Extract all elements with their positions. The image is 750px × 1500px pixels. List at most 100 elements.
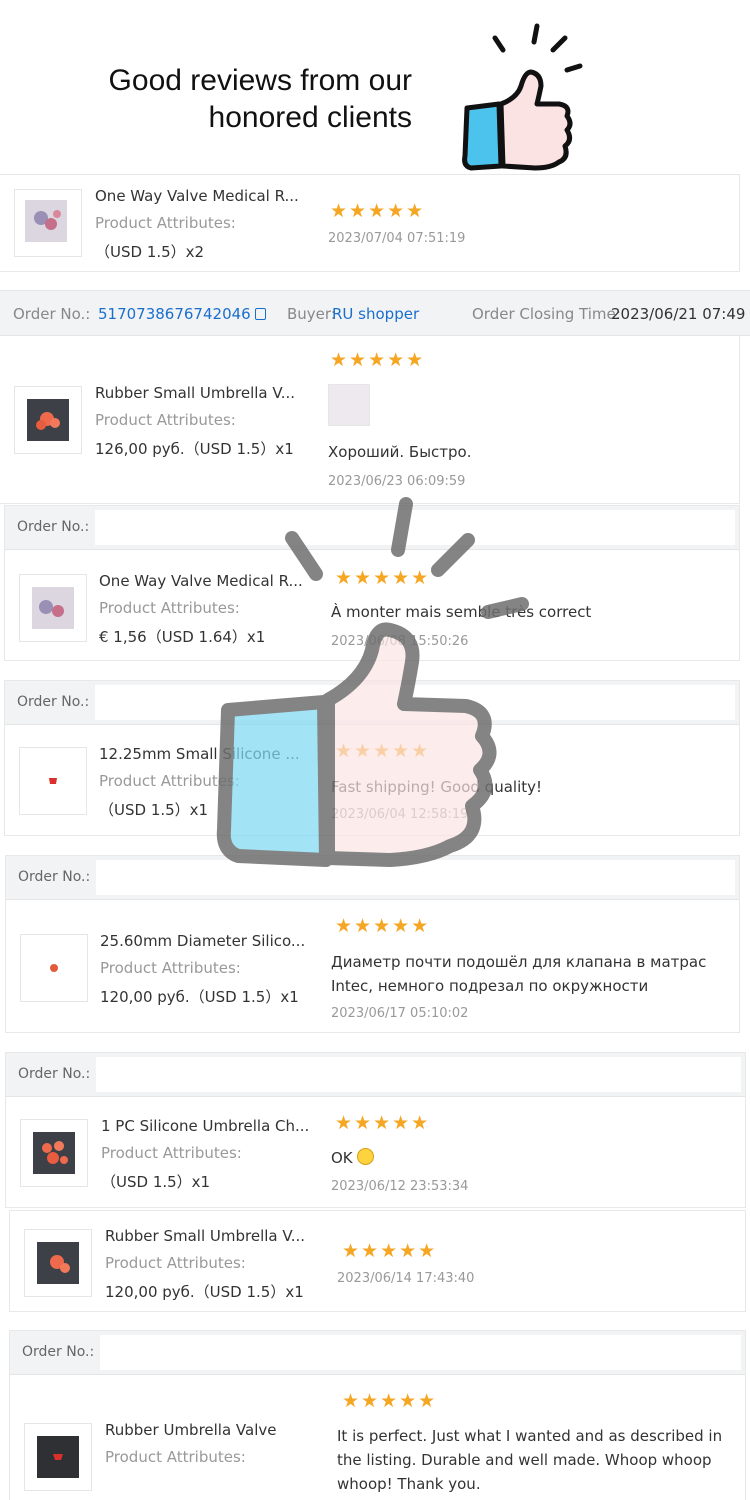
- product-price: 120,00 руб.（USD 1.5）x1: [100, 988, 299, 1006]
- review-text: OK: [331, 1146, 375, 1170]
- header-title: Good reviews from our honored clients: [109, 62, 412, 136]
- product-name[interactable]: 1 PC Silicone Umbrella Ch...: [101, 1117, 309, 1135]
- review-card: Order No.: One Way Valve Medical R... Pr…: [4, 505, 740, 661]
- review-text-content: OK: [331, 1149, 353, 1167]
- rating-stars: ★★★★★: [330, 200, 426, 222]
- rating-stars: ★★★★★: [342, 1390, 438, 1412]
- order-bar: Order No.:: [6, 856, 739, 900]
- rating-stars: ★★★★★: [335, 740, 431, 762]
- product-name[interactable]: One Way Valve Medical R...: [99, 572, 303, 590]
- product-name[interactable]: Rubber Umbrella Valve: [105, 1421, 277, 1439]
- product-image: [33, 947, 75, 989]
- review-text: À monter mais semble très correct: [331, 603, 592, 621]
- product-name[interactable]: Rubber Small Umbrella V...: [105, 1227, 305, 1245]
- order-number-field: [96, 860, 735, 895]
- order-bar: Order No.:: [5, 506, 739, 550]
- product-price: （USD 1.5）x2: [95, 243, 205, 261]
- product-name[interactable]: 12.25mm Small Silicone ...: [99, 745, 300, 763]
- product-name[interactable]: 25.60mm Diameter Silico...: [100, 932, 305, 950]
- product-price: （USD 1.5）x1: [101, 1173, 211, 1191]
- rating-stars: ★★★★★: [335, 915, 431, 937]
- product-image: [27, 399, 69, 441]
- review-text: Fast shipping! Good quality!: [331, 778, 543, 796]
- review-card: Order No.: 12.25mm Small Silicone ... Pr…: [4, 680, 740, 836]
- product-image: [32, 760, 74, 802]
- product-attributes-label: Product Attributes:: [95, 214, 236, 232]
- closing-time-value: 2023/06/21 07:49: [611, 305, 746, 323]
- order-no-label: Order No.:: [18, 869, 91, 885]
- thumbs-up-icon: [462, 23, 583, 171]
- product-attributes-label: Product Attributes:: [101, 1144, 242, 1162]
- product-image: [37, 1242, 79, 1284]
- rating-stars: ★★★★★: [342, 1240, 438, 1262]
- order-no-label: Order No.:: [17, 519, 90, 535]
- buyer-name-link[interactable]: RU shopper: [332, 305, 419, 323]
- product-attributes-label: Product Attributes:: [105, 1254, 246, 1272]
- product-attributes-label: Product Attributes:: [99, 772, 240, 790]
- product-name[interactable]: One Way Valve Medical R...: [95, 187, 299, 205]
- order-number-field: [96, 1057, 741, 1092]
- product-image: [37, 1436, 79, 1478]
- product-image: [25, 200, 67, 242]
- rating-stars: ★★★★★: [330, 349, 426, 371]
- order-no-label: Order No.:: [18, 1066, 91, 1082]
- product-name[interactable]: Rubber Small Umbrella V...: [95, 384, 295, 402]
- order-number-field: [95, 685, 735, 720]
- product-thumbnail[interactable]: [20, 934, 88, 1002]
- review-photo[interactable]: [328, 384, 370, 426]
- header-title-line2: honored clients: [208, 101, 412, 134]
- product-thumbnail[interactable]: [14, 386, 82, 454]
- review-card: Order No.: Rubber Umbrella Valve Product…: [9, 1330, 746, 1500]
- order-info-bar: Order No.: 5170738676742046 Buyer: RU sh…: [0, 290, 750, 336]
- review-card: Order No.: 1 PC Silicone Umbrella Ch... …: [5, 1052, 746, 1208]
- review-date: 2023/06/12 23:53:34: [331, 1179, 469, 1194]
- review-text: Хороший. Быстро.: [328, 443, 472, 461]
- order-bar: Order No.:: [10, 1331, 745, 1375]
- smiley-emoji-icon: [357, 1148, 375, 1165]
- order-number-field: [95, 510, 735, 545]
- product-attributes-label: Product Attributes:: [100, 959, 241, 977]
- review-date: 2023/06/23 06:09:59: [328, 474, 466, 489]
- order-number-link[interactable]: 5170738676742046: [98, 305, 266, 323]
- buyer-label: Buyer:: [287, 305, 336, 323]
- product-thumbnail[interactable]: [20, 1119, 88, 1187]
- review-date: 2023/07/04 07:51:19: [328, 231, 466, 246]
- copy-icon[interactable]: [254, 308, 266, 320]
- review-date: 2023/06/04 12:58:19: [331, 807, 469, 822]
- product-price: （USD 1.5）x1: [99, 801, 209, 819]
- review-card: Rubber Small Umbrella V... Product Attri…: [9, 1210, 746, 1312]
- product-price: 120,00 руб.（USD 1.5）x1: [105, 1283, 304, 1301]
- review-date: 2023/06/14 17:43:40: [337, 1271, 475, 1286]
- product-price: € 1,56（USD 1.64）x1: [99, 628, 266, 646]
- product-thumbnail[interactable]: [24, 1229, 92, 1297]
- review-date: 2023/06/17 05:10:02: [331, 1006, 469, 1021]
- product-thumbnail[interactable]: [19, 574, 87, 642]
- rating-stars: ★★★★★: [335, 1112, 431, 1134]
- order-no-label: Order No.:: [17, 694, 90, 710]
- product-thumbnail[interactable]: [14, 189, 82, 257]
- product-image: [33, 1132, 75, 1174]
- order-bar: Order No.:: [5, 681, 739, 725]
- review-card: Rubber Small Umbrella V... Product Attri…: [0, 336, 740, 504]
- product-attributes-label: Product Attributes:: [99, 599, 240, 617]
- order-number-field: [100, 1335, 741, 1370]
- order-no-label: Order No.:: [13, 305, 91, 323]
- review-date: 2023/06/08 15:50:26: [331, 634, 469, 649]
- review-card: Order No.: 25.60mm Diameter Silico... Pr…: [5, 855, 740, 1033]
- order-no-label: Order No.:: [22, 1344, 95, 1360]
- review-text: Диаметр почти подошёл для клапана в матр…: [331, 953, 707, 995]
- closing-time-label: Order Closing Time:: [472, 305, 621, 323]
- review-text: It is perfect. Just what I wanted and as…: [337, 1427, 723, 1493]
- product-price: 126,00 руб.（USD 1.5）x1: [95, 440, 294, 458]
- order-bar: Order No.:: [6, 1053, 745, 1097]
- product-thumbnail[interactable]: [24, 1423, 92, 1491]
- product-thumbnail[interactable]: [19, 747, 87, 815]
- review-card: One Way Valve Medical R... Product Attri…: [0, 174, 740, 272]
- rating-stars: ★★★★★: [335, 567, 431, 589]
- order-number: 5170738676742046: [98, 305, 251, 323]
- header-banner: Good reviews from our honored clients: [0, 0, 750, 175]
- product-image: [32, 587, 74, 629]
- product-attributes-label: Product Attributes:: [95, 411, 236, 429]
- product-attributes-label: Product Attributes:: [105, 1448, 246, 1466]
- header-title-line1: Good reviews from our: [108, 64, 412, 97]
